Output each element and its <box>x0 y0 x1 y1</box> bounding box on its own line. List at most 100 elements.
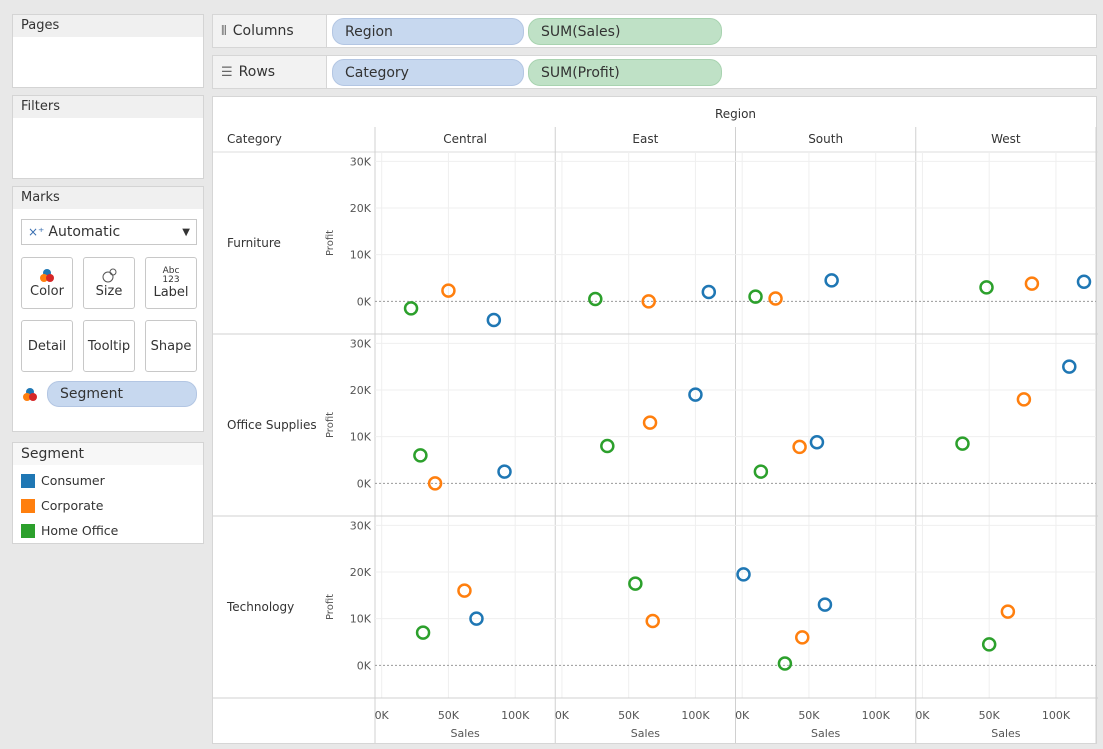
segment-color-pill[interactable]: Segment <box>47 381 197 407</box>
tooltip-button[interactable]: Tooltip <box>83 320 135 372</box>
scatter-point <box>777 656 793 671</box>
columns-pill-sum-sales[interactable]: SUM(Sales) <box>528 18 722 45</box>
columns-icon: ⦀ <box>221 23 227 39</box>
size-icon <box>102 268 117 282</box>
scatter-point <box>628 576 643 591</box>
x-tick-label: 0K <box>375 709 390 722</box>
scatter-point <box>1024 276 1040 291</box>
scatter-point <box>736 567 751 582</box>
scatter-point <box>415 625 431 640</box>
pill-label: Category <box>345 64 409 81</box>
scatter-point <box>701 284 717 300</box>
scatter-point <box>642 415 658 430</box>
rows-icon: ☰ <box>221 64 233 80</box>
y-tick-label: 20K <box>350 384 372 397</box>
legend-label: Home Office <box>41 523 119 538</box>
scatter-point <box>600 438 615 454</box>
y-tick-label: 30K <box>350 519 372 532</box>
legend-item-home-office[interactable]: Home Office <box>21 523 118 538</box>
category-label: Furniture <box>227 236 281 250</box>
y-tick-label: 10K <box>350 613 372 626</box>
rows-shelf-label: ☰ Rows <box>212 55 327 89</box>
color-label: Color <box>30 283 64 299</box>
scatter-point <box>457 583 472 598</box>
y-tick-label: 30K <box>350 155 372 168</box>
label-button[interactable]: Abc 123 Label <box>145 257 197 309</box>
x-tick-label: 100K <box>1042 709 1071 722</box>
pages-card: Pages <box>12 14 204 88</box>
scatter-point <box>1076 274 1092 289</box>
y-tick-label: 10K <box>350 431 372 444</box>
legend-item-corporate[interactable]: Corporate <box>21 498 104 513</box>
scatter-point <box>497 464 512 479</box>
size-label: Size <box>95 283 123 299</box>
scatter-point <box>955 436 970 451</box>
scatter-matrix-chart: Region Category Central East South West Furnit… <box>213 107 1098 743</box>
columns-shelf-label: ⦀ Columns <box>212 14 327 48</box>
scatter-point <box>979 280 994 295</box>
legend-title: Segment <box>13 443 203 465</box>
tooltip-label: Tooltip <box>87 338 131 354</box>
y-tick-label: 0K <box>357 295 372 308</box>
category-label: Technology <box>226 600 294 614</box>
mark-type-dropdown[interactable]: ×⁺ Automatic ▼ <box>21 219 197 245</box>
x-tick-label: 50K <box>438 709 460 722</box>
marks-title: Marks <box>13 187 203 209</box>
y-tick-label: 0K <box>357 659 372 672</box>
x-tick-label: 0K <box>735 709 750 722</box>
region-header: Central <box>443 132 487 146</box>
detail-label: Detail <box>27 338 67 354</box>
view-area: Region Category Central East South West Furnit… <box>212 96 1098 744</box>
scatter-point <box>403 301 419 316</box>
corporate-swatch <box>21 498 35 513</box>
scatter-point <box>645 613 660 629</box>
x-tick-label: 0K <box>555 709 570 722</box>
filters-card: Filters <box>12 95 204 179</box>
scatter-point <box>792 439 807 455</box>
legend-label: Consumer <box>41 473 105 488</box>
segment-legend-card: Segment Consumer Corporate Home Office <box>12 442 204 544</box>
pill-label: SUM(Sales) <box>541 23 621 40</box>
legend-label: Corporate <box>41 498 104 513</box>
x-tick-label: 100K <box>862 709 891 722</box>
pill-label: Region <box>345 23 393 40</box>
region-header: East <box>632 132 658 146</box>
mark-type-value: Automatic <box>48 224 121 240</box>
label-icon: Abc 123 <box>162 265 180 285</box>
rows-pill-sum-profit[interactable]: SUM(Profit) <box>528 59 722 86</box>
scatter-point <box>809 435 825 450</box>
y-axis-title: Profit <box>325 594 336 620</box>
region-header-title: Region <box>715 107 756 121</box>
detail-button[interactable]: Detail <box>21 320 73 372</box>
pages-title: Pages <box>13 15 203 37</box>
scatter-point <box>486 312 502 328</box>
pill-label: SUM(Profit) <box>541 64 620 81</box>
scatter-point <box>1016 392 1032 407</box>
automatic-mark-icon: ×⁺ <box>28 225 45 239</box>
x-axis-title: Sales <box>631 727 661 740</box>
y-axis-title: Profit <box>325 412 336 438</box>
y-tick-label: 20K <box>350 202 372 215</box>
region-header: West <box>991 132 1021 146</box>
legend-item-consumer[interactable]: Consumer <box>21 473 105 488</box>
rows-label-text: Rows <box>238 64 276 80</box>
color-button[interactable]: Color <box>21 257 73 309</box>
shape-label: Shape <box>150 338 192 354</box>
scatter-point <box>824 273 839 288</box>
rows-pill-category[interactable]: Category <box>332 59 524 86</box>
color-encoding-icon <box>23 388 37 401</box>
category-label: Office Supplies <box>227 418 317 432</box>
y-tick-label: 10K <box>350 249 372 262</box>
consumer-swatch <box>21 473 35 488</box>
x-tick-label: 50K <box>618 709 640 722</box>
scatter-point <box>753 464 769 479</box>
shape-button[interactable]: Shape <box>145 320 197 372</box>
size-button[interactable]: Size <box>83 257 135 309</box>
y-tick-label: 0K <box>357 477 372 490</box>
y-axis-title: Profit <box>325 230 336 256</box>
scatter-point <box>1062 359 1077 374</box>
columns-pill-region[interactable]: Region <box>332 18 524 45</box>
marks-card: Marks ×⁺ Automatic ▼ Color Size Abc 123 L… <box>12 186 204 432</box>
scatter-point <box>817 597 833 612</box>
chevron-down-icon: ▼ <box>182 226 190 238</box>
